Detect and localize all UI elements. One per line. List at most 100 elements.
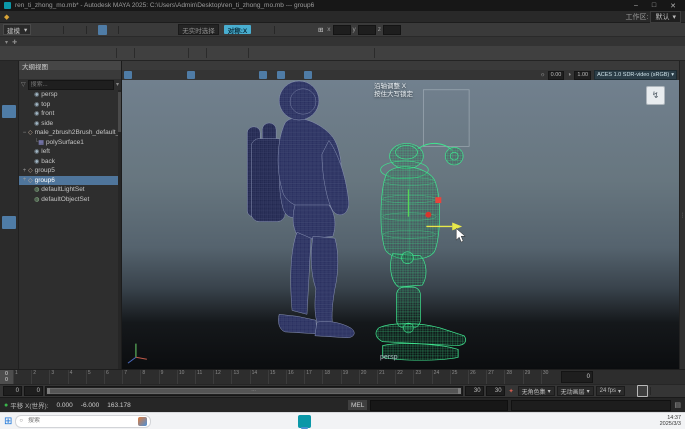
front[interactable]: ◉ front <box>19 109 121 119</box>
manipulator-handle[interactable] <box>435 197 441 203</box>
camera-attributes-icon[interactable] <box>142 71 150 79</box>
lock-camera-icon[interactable] <box>133 71 141 79</box>
frame-tick[interactable]: 6 <box>104 370 122 384</box>
outliner-search-input[interactable] <box>28 80 114 90</box>
taskbar-repair-tool-icon[interactable] <box>314 415 327 428</box>
anim-layer-select[interactable]: 无动画层 ▾ <box>557 386 594 396</box>
step-forward-frame-button[interactable] <box>661 371 672 383</box>
menu-set-select[interactable]: 建模 ▾ <box>3 24 31 35</box>
separator[interactable] <box>650 387 651 395</box>
selected-mech-model[interactable] <box>376 143 466 360</box>
mel-result-field[interactable] <box>511 400 671 411</box>
set-key-icon[interactable]: ✦ <box>507 386 516 396</box>
frame-tick[interactable]: 24 <box>432 370 450 384</box>
offset-edge-loop-icon[interactable] <box>402 47 413 59</box>
side[interactable]: ◉ side <box>19 119 121 129</box>
separator[interactable] <box>134 48 135 58</box>
exposure-icon[interactable]: ☼ <box>539 71 547 79</box>
taskbar-search[interactable]: ○ <box>15 415 151 428</box>
fps-select[interactable]: 24 fps ▾ <box>596 386 625 396</box>
wireframe-on-shaded-icon[interactable] <box>268 71 276 79</box>
taskbar-search-input[interactable] <box>26 417 135 425</box>
lasso-tool-icon[interactable] <box>2 77 16 90</box>
append-face-icon[interactable] <box>360 47 371 59</box>
filter-icon[interactable]: ▽ <box>21 81 26 88</box>
frame-tick[interactable]: 13 <box>231 370 249 384</box>
absolute-transform-icon[interactable]: ⊞ <box>316 25 325 35</box>
rotate-tool-icon[interactable] <box>2 119 16 132</box>
snap-point-icon[interactable] <box>139 25 148 35</box>
separator[interactable] <box>248 48 249 58</box>
symmetry-field[interactable]: 对称:X <box>224 25 252 34</box>
profiler-icon[interactable] <box>673 386 682 396</box>
sweep-mesh-icon[interactable] <box>138 47 149 59</box>
scrollbar-thumb[interactable] <box>118 92 121 132</box>
frame-tick[interactable]: 22 <box>395 370 413 384</box>
2d-pan-zoom-icon[interactable] <box>169 71 177 79</box>
taskbar-messenger-icon[interactable] <box>266 415 279 428</box>
animation-start-field[interactable]: 0 <box>3 386 22 396</box>
render-frame-icon[interactable] <box>286 25 295 35</box>
time-slider-track[interactable]: 1234567891011121314151617181920212223242… <box>13 370 559 384</box>
select-tool-icon[interactable] <box>2 63 16 76</box>
redo-icon[interactable] <box>75 25 84 35</box>
smooth-icon[interactable] <box>252 47 263 59</box>
isolate-select-icon[interactable] <box>331 71 339 79</box>
current-frame-field[interactable]: 0 <box>561 371 593 383</box>
playback-start-field[interactable]: 0 <box>24 386 43 396</box>
maximize-button[interactable]: □ <box>647 2 661 9</box>
frame-tick[interactable]: 28 <box>504 370 522 384</box>
male_zbrush2Brush_default_group[interactable]: − ◇ male_zbrush2Brush_default_group <box>19 128 121 138</box>
frame-tick[interactable]: 9 <box>159 370 177 384</box>
frame-tick[interactable]: 26 <box>468 370 486 384</box>
expand-toggle-icon[interactable]: − <box>21 130 28 136</box>
gamma-icon[interactable]: ◑ <box>565 71 573 79</box>
frame-tick[interactable]: 10 <box>177 370 195 384</box>
taskbar-maya-icon[interactable] <box>298 415 311 428</box>
mel-input[interactable] <box>370 400 508 411</box>
range-slider-bar[interactable]: ⋯ <box>47 388 461 394</box>
extrude-icon[interactable] <box>276 47 287 59</box>
layout-outliner-persp-button[interactable] <box>2 216 16 229</box>
top[interactable]: ◉ top <box>19 100 121 110</box>
super-shape-icon[interactable] <box>120 47 131 59</box>
playback-end-field[interactable]: 30 <box>465 386 484 396</box>
channel-box-toggle-icon[interactable] <box>664 25 673 35</box>
expand-toggle-icon[interactable]: + <box>21 168 28 174</box>
retopologize-icon[interactable] <box>210 47 221 59</box>
back[interactable]: ◉ back <box>19 157 121 167</box>
open-render-view-icon[interactable] <box>277 25 286 35</box>
layout-single-pane-button[interactable] <box>2 174 16 187</box>
last-tool-icon[interactable] <box>2 152 16 165</box>
workspace-select[interactable]: 默认 ▾ <box>650 11 681 23</box>
poly-sphere-icon[interactable] <box>18 47 29 59</box>
snap-plane-icon[interactable] <box>148 25 157 35</box>
input-connections-icon[interactable] <box>254 25 263 35</box>
group6[interactable]: + ◇ group6 <box>19 176 121 186</box>
curve-tool-icon[interactable] <box>150 47 161 59</box>
expand-toggle-icon[interactable]: + <box>21 177 28 183</box>
insert-edge-loop-icon[interactable] <box>390 47 401 59</box>
z-coordinate-input[interactable] <box>383 25 401 35</box>
select-object-icon[interactable] <box>98 25 107 35</box>
separator[interactable] <box>188 48 189 58</box>
frame-tick[interactable]: 15 <box>268 370 286 384</box>
image-plane-icon[interactable] <box>160 71 168 79</box>
frame-tick[interactable]: 7 <box>122 370 140 384</box>
bevel-icon[interactable] <box>288 47 299 59</box>
new-scene-icon[interactable] <box>34 25 43 35</box>
outliner-scrollbar[interactable] <box>118 90 121 369</box>
frame-tick[interactable]: 2 <box>31 370 49 384</box>
sticky-note-icon[interactable]: ↯ <box>646 86 665 105</box>
attribute-editor-toggle-icon[interactable] <box>646 25 655 35</box>
frame-tick[interactable]: 12 <box>213 370 231 384</box>
default-material-icon[interactable] <box>277 71 285 79</box>
colorspace-select[interactable]: ACES 1.0 SDR-video (sRGB) ▾ <box>594 70 677 80</box>
frame-tick[interactable]: 11 <box>195 370 213 384</box>
go-to-end-button[interactable] <box>672 371 683 383</box>
render-settings-icon[interactable] <box>304 25 313 35</box>
taskbar-wps-icon[interactable] <box>202 415 215 428</box>
more-options-icon[interactable] <box>619 2 625 9</box>
frame-tick[interactable]: 1 <box>13 370 31 384</box>
shelf-menu-icon[interactable]: ▾ <box>3 39 10 46</box>
